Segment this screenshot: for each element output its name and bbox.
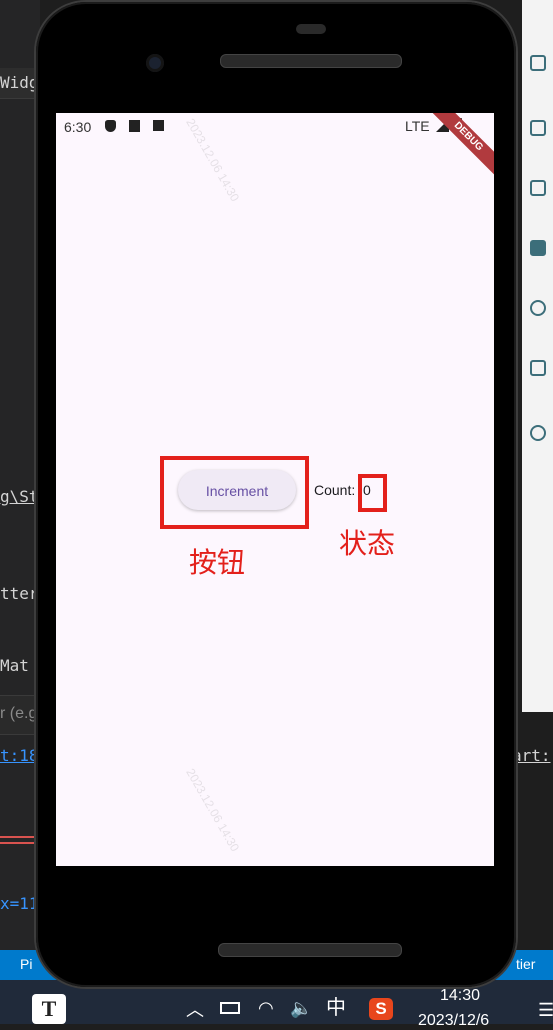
ide-debug-link[interactable]: t:18 xyxy=(0,746,39,765)
network-type: LTE xyxy=(405,118,430,134)
ide-divider xyxy=(0,842,40,844)
ime-indicator[interactable]: 中 xyxy=(326,998,346,1018)
panel-icon[interactable] xyxy=(530,240,546,256)
ide-editor-pane: Widg g\St tter Mat r (e.g t:18 x=11 xyxy=(0,0,40,980)
watermark: 2023.12.06 14:30 xyxy=(183,766,243,854)
typora-app-icon[interactable]: T xyxy=(32,994,66,1024)
button-annotation-label: 按钮 xyxy=(189,546,246,579)
wifi-icon[interactable]: ◠ xyxy=(258,998,274,1018)
ide-divider xyxy=(0,836,40,838)
button-annotation-box xyxy=(160,456,309,529)
app-notification-icon xyxy=(153,120,164,131)
ide-debug-text: x=11 xyxy=(0,894,39,913)
chevron-up-icon[interactable]: ︿ xyxy=(186,1000,204,1020)
panel-icon[interactable] xyxy=(530,55,546,71)
status-left-text: Pi xyxy=(20,956,33,972)
ide-right-dark: art: xyxy=(512,712,553,980)
panel-icon[interactable] xyxy=(530,360,546,376)
status-time: 6:30 xyxy=(64,119,92,135)
ide-code-line: art: xyxy=(512,746,551,765)
panel-icon[interactable] xyxy=(530,120,546,136)
front-camera xyxy=(146,54,164,72)
ide-code-line: Mat xyxy=(0,656,29,675)
count-label: Count: xyxy=(314,482,356,498)
ide-right-panel xyxy=(522,0,553,712)
panel-icon[interactable] xyxy=(530,300,546,316)
battery-icon[interactable] xyxy=(220,1002,240,1014)
state-annotation-box xyxy=(358,474,387,512)
state-annotation-label: 状态 xyxy=(339,527,396,560)
ide-filter-placeholder: r (e.g xyxy=(0,705,38,722)
panel-icon[interactable] xyxy=(530,180,546,196)
top-speaker xyxy=(220,54,402,68)
status-right-text: tier xyxy=(516,956,536,972)
clock-time[interactable]: 14:30 xyxy=(440,987,480,1005)
ide-code-line: g\St xyxy=(0,487,39,506)
clock-date[interactable]: 2023/12/6 xyxy=(418,1012,489,1030)
shield-icon xyxy=(105,120,116,132)
sd-card-icon xyxy=(129,120,140,132)
panel-icon[interactable] xyxy=(530,425,546,441)
ide-code-line: tter xyxy=(0,584,39,603)
bottom-speaker xyxy=(218,943,402,957)
watermark: 2023.12.06 14:30 xyxy=(183,116,243,204)
volume-icon[interactable]: 🔈 xyxy=(290,998,312,1018)
earpiece xyxy=(296,24,326,34)
debug-banner: DEBUG xyxy=(419,113,494,186)
notification-icon[interactable]: ☰ xyxy=(538,1000,553,1020)
sogou-ime-icon[interactable]: S xyxy=(369,998,393,1020)
ide-tab-label: Widg xyxy=(0,73,39,92)
